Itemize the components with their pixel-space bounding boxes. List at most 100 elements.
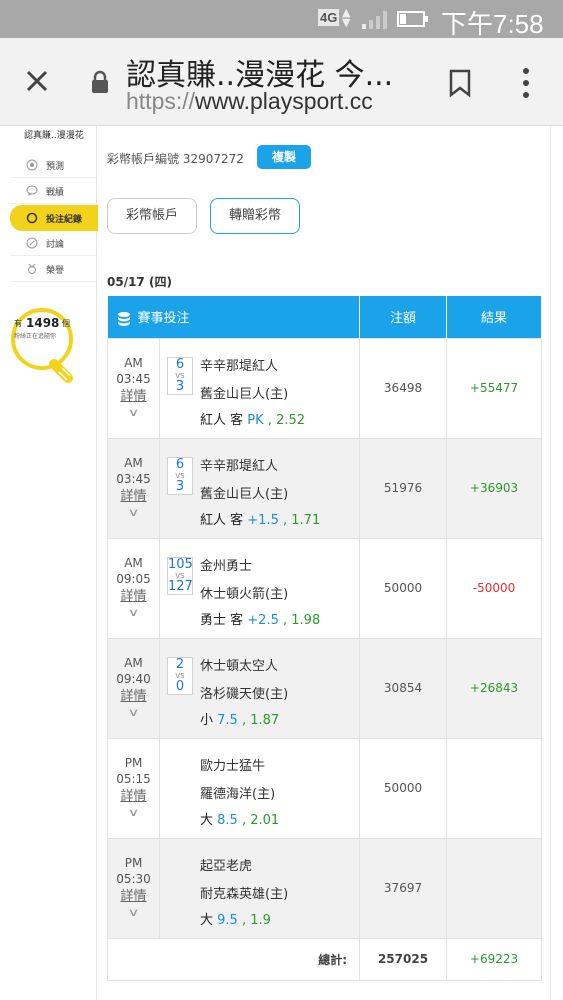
total-amount: 257025	[359, 937, 448, 981]
pick-odds: 1.71	[291, 512, 321, 528]
bet-result: +55477	[446, 337, 543, 439]
table-row: AM 09:05 詳情 ∨ 105 VS 127 金州勇士 休士頓火箭(主) 勇士 客 +2.5 …	[107, 537, 543, 639]
table-row: AM 03:45 詳情 ∨ 6 VS 3 辛辛那堤紅人 舊金山巨人(主) 紅人 客 +1.5 , …	[107, 437, 543, 539]
score-home: 3	[175, 378, 185, 394]
pick-team: 大	[200, 912, 214, 928]
score-away: 105	[168, 556, 193, 572]
away-team: 休士頓太空人	[200, 658, 279, 674]
bet-result	[446, 837, 543, 939]
pick-line: 7.5	[217, 712, 238, 728]
edit-icon	[26, 237, 38, 249]
score-box: 105 VS 127	[167, 556, 193, 595]
circle-icon	[26, 212, 38, 224]
total-label: 總計:	[106, 937, 361, 981]
table-header: 賽事投注 注額 結果	[107, 296, 543, 338]
table-row: AM 03:45 詳情 ∨ 6 VS 3 辛辛那堤紅人 舊金山巨人(主) 紅人 客 PK , 2.…	[107, 337, 543, 439]
main-content: 彩幣帳戶編號 32907272 複製 彩幣帳戶 轉贈彩幣 05/17 (四) 賽…	[97, 126, 563, 1000]
sidebar-item-label: 榮譽	[46, 266, 65, 276]
pick-team: 勇士 客	[200, 612, 244, 628]
tab-transfer-coins[interactable]: 轉贈彩幣	[210, 198, 300, 234]
pick-odds: 1.9	[250, 912, 271, 928]
bet-ampm: PM	[124, 856, 143, 870]
battery-icon	[397, 11, 428, 27]
away-team: 辛辛那堤紅人	[200, 358, 279, 374]
bet-time: AM 03:45 詳情 ∨	[107, 437, 160, 539]
more-menu-icon[interactable]	[517, 66, 535, 100]
url-field[interactable]: https://www.playsport.cc	[126, 88, 373, 115]
detail-link[interactable]: 詳情	[108, 689, 159, 705]
header-event-label: 賽事投注	[137, 311, 190, 326]
pick-line: +2.5	[247, 612, 279, 628]
detail-link[interactable]: 詳情	[108, 489, 159, 505]
bet-event: 6 VS 3 辛辛那堤紅人 舊金山巨人(主) 紅人 客 +1.5 , 1.71	[158, 437, 361, 539]
detail-link[interactable]: 詳情	[108, 589, 159, 605]
bet-pick: 紅人 客 +1.5 , 1.71	[200, 509, 320, 528]
bet-time: AM 09:40 詳情 ∨	[107, 637, 160, 739]
sidebar-item-record[interactable]: 戰績	[10, 178, 97, 204]
bet-event: 歐力士猛牛 羅德海洋(主) 大 8.5 , 2.01	[158, 737, 361, 839]
sidebar: 認真賺..漫漫花 預測 戰績 投注紀錄 討論 榮譽 有 1498 個 粉絲正在追…	[0, 126, 98, 1000]
pick-separator: ,	[263, 412, 277, 428]
bet-event: 2 VS 0 休士頓太空人 洛杉磯天使(主) 小 7.5 , 1.87	[158, 637, 361, 739]
chat-icon	[26, 185, 38, 196]
bookmark-icon[interactable]	[448, 68, 472, 98]
close-icon[interactable]	[22, 66, 52, 96]
home-team: 耐克森英雄(主)	[200, 886, 289, 902]
away-team: 金州勇士	[200, 558, 253, 574]
bet-amount: 37697	[359, 837, 448, 939]
pick-line: PK	[247, 412, 264, 428]
bet-time: AM 09:05 詳情 ∨	[107, 537, 160, 639]
sidebar-item-honor[interactable]: 榮譽	[10, 256, 97, 282]
pick-odds: 2.52	[276, 412, 306, 428]
total-result: +69223	[446, 937, 543, 981]
pick-odds: 1.98	[291, 612, 321, 628]
bet-event: 6 VS 3 辛辛那堤紅人 舊金山巨人(主) 紅人 客 PK , 2.52	[158, 337, 361, 439]
bet-table: 賽事投注 注額 結果 AM 03:45 詳情 ∨ 6 VS 3 辛辛那堤紅人 舊金山巨人(主) 紅…	[106, 296, 543, 981]
sidebar-item-predict[interactable]: 預測	[10, 152, 97, 178]
copy-button[interactable]: 複製	[257, 145, 311, 169]
tab-coin-account[interactable]: 彩幣帳戶	[107, 198, 197, 234]
pick-team: 紅人 客	[200, 512, 244, 528]
url-protocol: https://	[126, 88, 196, 114]
home-team: 舊金山巨人(主)	[200, 386, 289, 402]
score-box: 6 VS 3	[167, 356, 193, 395]
bet-clock: 03:45	[116, 372, 151, 386]
home-team: 洛杉磯天使(主)	[200, 686, 289, 702]
pick-separator: ,	[237, 712, 251, 728]
bet-ampm: PM	[124, 756, 143, 770]
sidebar-item-label: 投注紀錄	[46, 215, 83, 225]
bet-event: 起亞老虎 耐克森英雄(主) 大 9.5 , 1.9	[158, 837, 361, 939]
lock-icon	[92, 70, 108, 93]
sidebar-item-discuss[interactable]: 討論	[10, 230, 97, 256]
bet-amount: 50000	[359, 737, 448, 839]
score-home: 127	[168, 578, 193, 594]
detail-link[interactable]: 詳情	[108, 389, 159, 405]
pick-separator: ,	[278, 512, 292, 528]
medal-icon	[28, 263, 36, 274]
sidebar-item-label: 討論	[46, 240, 65, 250]
bet-clock: 09:05	[116, 572, 151, 586]
data-arrows-icon: ▲ ▼	[342, 6, 351, 29]
fans-prefix: 有	[14, 319, 22, 328]
score-home: 0	[175, 678, 185, 694]
detail-link[interactable]: 詳情	[108, 889, 159, 905]
bet-pick: 勇士 客 +2.5 , 1.98	[200, 609, 320, 628]
bet-pick: 小 7.5 , 1.87	[200, 709, 279, 728]
bet-event: 105 VS 127 金州勇士 休士頓火箭(主) 勇士 客 +2.5 , 1.98	[158, 537, 361, 639]
sidebar-item-bet-history[interactable]: 投注紀錄	[10, 205, 98, 231]
bet-amount: 30854	[359, 637, 448, 739]
table-row: PM 05:30 詳情 ∨ 起亞老虎 耐克森英雄(主) 大 9.5 , 1.9 37697	[107, 837, 543, 939]
table-row: AM 09:40 詳情 ∨ 2 VS 0 休士頓太空人 洛杉磯天使(主) 小 7.5 , 1.87…	[107, 637, 543, 739]
date-heading: 05/17 (四)	[107, 275, 172, 289]
bet-amount: 50000	[359, 537, 448, 639]
score-box: 2 VS 0	[167, 656, 193, 695]
target-icon	[26, 159, 38, 171]
pick-odds: 1.87	[250, 712, 280, 728]
pick-separator: ,	[278, 612, 292, 628]
detail-link[interactable]: 詳情	[108, 789, 159, 805]
bet-amount: 51976	[359, 437, 448, 539]
pick-line: 9.5	[217, 912, 238, 928]
account-number: 彩幣帳戶編號 32907272	[107, 152, 244, 166]
away-team: 辛辛那堤紅人	[200, 458, 279, 474]
home-team: 羅德海洋(主)	[200, 786, 276, 802]
